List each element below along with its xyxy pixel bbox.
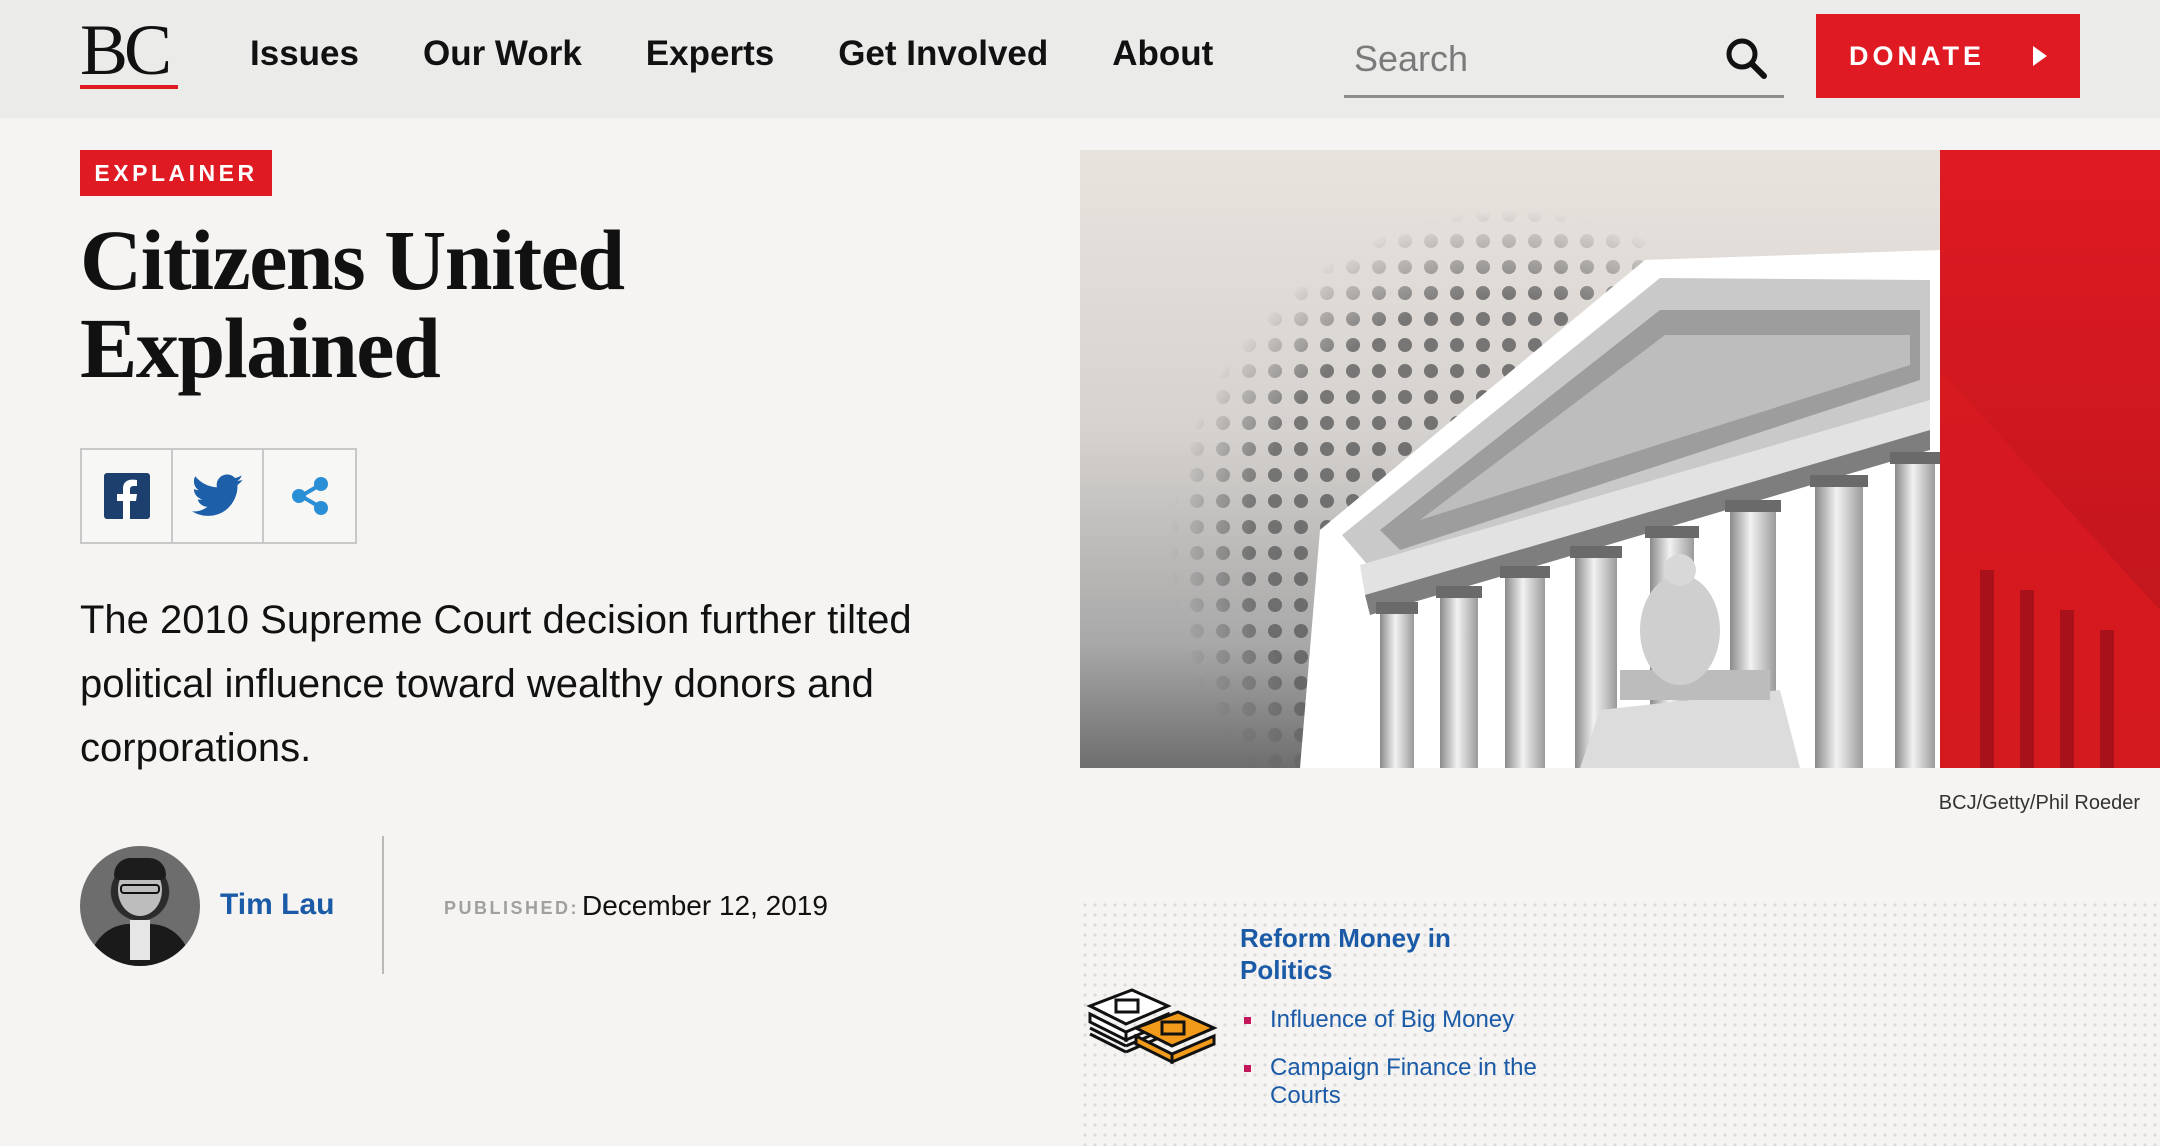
search-input[interactable]	[1354, 34, 1714, 84]
money-stack-icon	[1086, 988, 1218, 1065]
topic-link-influence-of-big-money[interactable]: Influence of Big Money	[1244, 1006, 1544, 1034]
twitter-icon	[191, 474, 243, 516]
topic-link-campaign-finance-in-the-courts[interactable]: Campaign Finance in the Courts	[1244, 1054, 1544, 1110]
search-box	[1344, 28, 1784, 98]
published-label: PUBLISHED:	[444, 898, 580, 918]
nav-item-our-work[interactable]: Our Work	[423, 30, 582, 78]
byline: Tim Lau PUBLISHED: December 12, 2019	[80, 836, 980, 976]
nav-item-about[interactable]: About	[1112, 30, 1213, 78]
topic-title-link[interactable]: Reform Money in Politics	[1240, 922, 1500, 986]
share-button[interactable]	[264, 450, 355, 542]
site-header: BC Issues Our Work Experts Get Involved …	[0, 0, 2160, 118]
play-arrow-icon	[2033, 46, 2047, 66]
hero-image	[1080, 150, 2160, 768]
article-dek: The 2010 Supreme Court decision further …	[80, 598, 912, 770]
search-icon[interactable]	[1722, 34, 1770, 82]
topic-links: Influence of Big Money Campaign Finance …	[1244, 1006, 1544, 1130]
share-icon	[291, 477, 328, 515]
facebook-share-button[interactable]	[82, 450, 173, 542]
nav-item-experts[interactable]: Experts	[646, 30, 774, 78]
facebook-icon	[103, 473, 150, 519]
logo-underline	[80, 85, 178, 89]
donate-button[interactable]: DONATE	[1816, 14, 2080, 98]
page-title: Citizens United Explained	[80, 212, 625, 396]
donate-label: DONATE	[1849, 40, 1985, 71]
published-date: December 12, 2019	[582, 890, 828, 921]
author-name-link[interactable]: Tim Lau	[220, 888, 334, 922]
main-nav: Issues Our Work Experts Get Involved Abo…	[250, 30, 1277, 78]
nav-item-get-involved[interactable]: Get Involved	[838, 30, 1048, 78]
image-credit: BCJ/Getty/Phil Roeder	[1938, 792, 2140, 814]
nav-item-issues[interactable]: Issues	[250, 30, 359, 78]
supreme-court-illustration	[1080, 150, 2160, 768]
site-logo[interactable]: BC	[80, 14, 180, 92]
twitter-share-button[interactable]	[173, 450, 264, 542]
author-avatar[interactable]	[80, 846, 200, 966]
explainer-badge: EXPLAINER	[80, 150, 272, 196]
byline-divider	[382, 836, 384, 974]
share-bar	[80, 448, 357, 544]
